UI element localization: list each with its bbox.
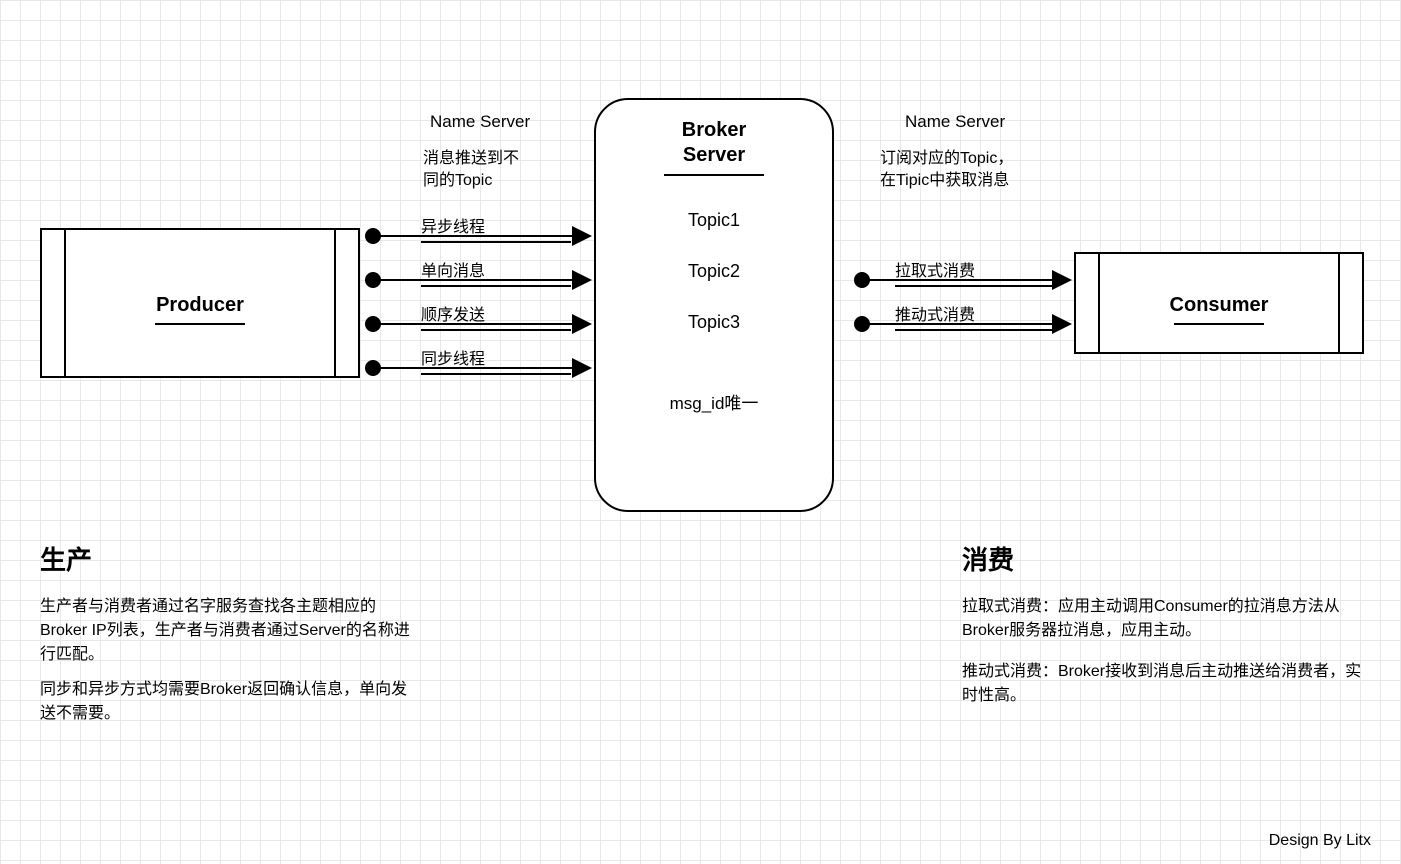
dot-icon xyxy=(854,316,870,332)
arrow-label-ordered: 顺序发送 xyxy=(421,301,571,331)
arrow-label-pull: 拉取式消费 xyxy=(895,257,1055,287)
right-name-server-desc: 订阅对应的Topic，在Tipic中获取消息 xyxy=(880,148,1013,193)
dot-icon xyxy=(365,272,381,288)
left-name-server-desc: 消息推送到不同的Topic xyxy=(423,148,519,193)
footer-credit: Design By Litx xyxy=(1269,832,1371,850)
broker-title: Broker Server xyxy=(596,118,832,168)
broker-topic-3: Topic3 xyxy=(596,312,832,333)
broker-topic-2: Topic2 xyxy=(596,261,832,282)
arrow-label-push: 推动式消费 xyxy=(895,301,1055,331)
right-name-server-title: Name Server xyxy=(905,112,1005,132)
left-name-server-title: Name Server xyxy=(430,112,530,132)
section-consume-p2: 推动式消费：Broker接收到消息后主动推送给消费者，实时性高。 xyxy=(962,660,1372,708)
dot-icon xyxy=(854,272,870,288)
producer-node: Producer xyxy=(40,228,360,378)
arrow-label-async: 异步线程 xyxy=(421,213,571,243)
section-produce-title: 生产 xyxy=(40,540,92,577)
section-produce-p2: 同步和异步方式均需要Broker返回确认信息，单向发送不需要。 xyxy=(40,678,410,726)
section-consume-p1: 拉取式消费：应用主动调用Consumer的拉消息方法从Broker服务器拉消息，… xyxy=(962,595,1372,643)
arrow-label-sync: 同步线程 xyxy=(421,345,571,375)
consumer-node: Consumer xyxy=(1074,252,1364,354)
consumer-title: Consumer xyxy=(1170,282,1269,317)
dot-icon xyxy=(365,228,381,244)
producer-title: Producer xyxy=(156,282,244,317)
broker-topic-1: Topic1 xyxy=(596,210,832,231)
section-consume-title: 消费 xyxy=(962,540,1014,577)
broker-note: msg_id唯一 xyxy=(596,389,832,414)
arrow-label-oneway: 单向消息 xyxy=(421,257,571,287)
section-produce-p1: 生产者与消费者通过名字服务查找各主题相应的Broker IP列表，生产者与消费者… xyxy=(40,595,410,667)
dot-icon xyxy=(365,316,381,332)
dot-icon xyxy=(365,360,381,376)
broker-node: Broker Server Topic1 Topic2 Topic3 msg_i… xyxy=(594,98,834,512)
